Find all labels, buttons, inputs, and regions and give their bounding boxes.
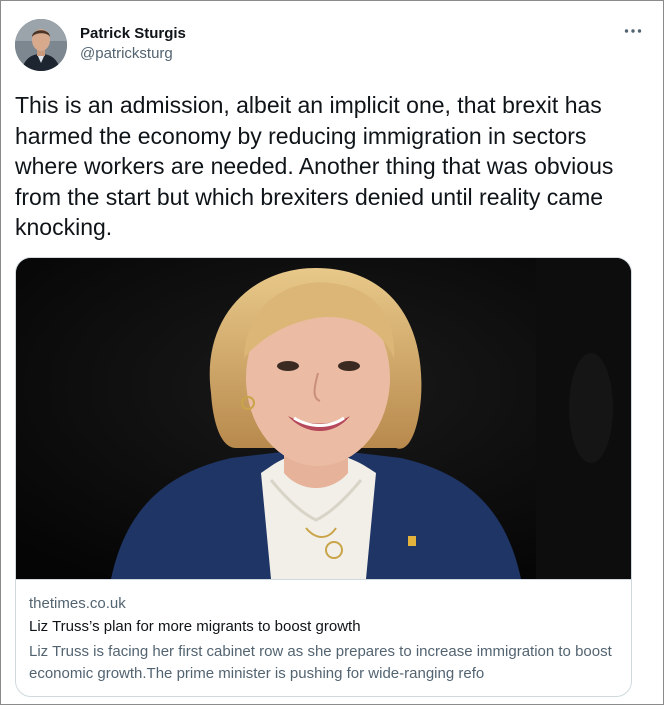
card-body: thetimes.co.uk Liz Truss’s plan for more… xyxy=(16,579,631,696)
tweet-container: Patrick Sturgis @patricksturg This is an… xyxy=(0,0,664,705)
card-image xyxy=(16,258,631,579)
author-display-name[interactable]: Patrick Sturgis xyxy=(80,24,186,44)
tweet-header: Patrick Sturgis @patricksturg xyxy=(15,17,651,73)
avatar[interactable] xyxy=(15,19,67,71)
card-title[interactable]: Liz Truss’s plan for more migrants to bo… xyxy=(29,617,361,637)
link-card[interactable]: thetimes.co.uk Liz Truss’s plan for more… xyxy=(15,257,632,697)
card-domain: thetimes.co.uk xyxy=(29,595,126,612)
card-description: Liz Truss is facing her first cabinet ro… xyxy=(29,643,612,682)
more-horizontal-icon[interactable] xyxy=(619,21,647,41)
author-names: Patrick Sturgis @patricksturg xyxy=(80,24,186,64)
author-handle[interactable]: @patricksturg xyxy=(80,44,186,64)
tweet-text: This is an admission, albeit an implicit… xyxy=(15,92,614,240)
